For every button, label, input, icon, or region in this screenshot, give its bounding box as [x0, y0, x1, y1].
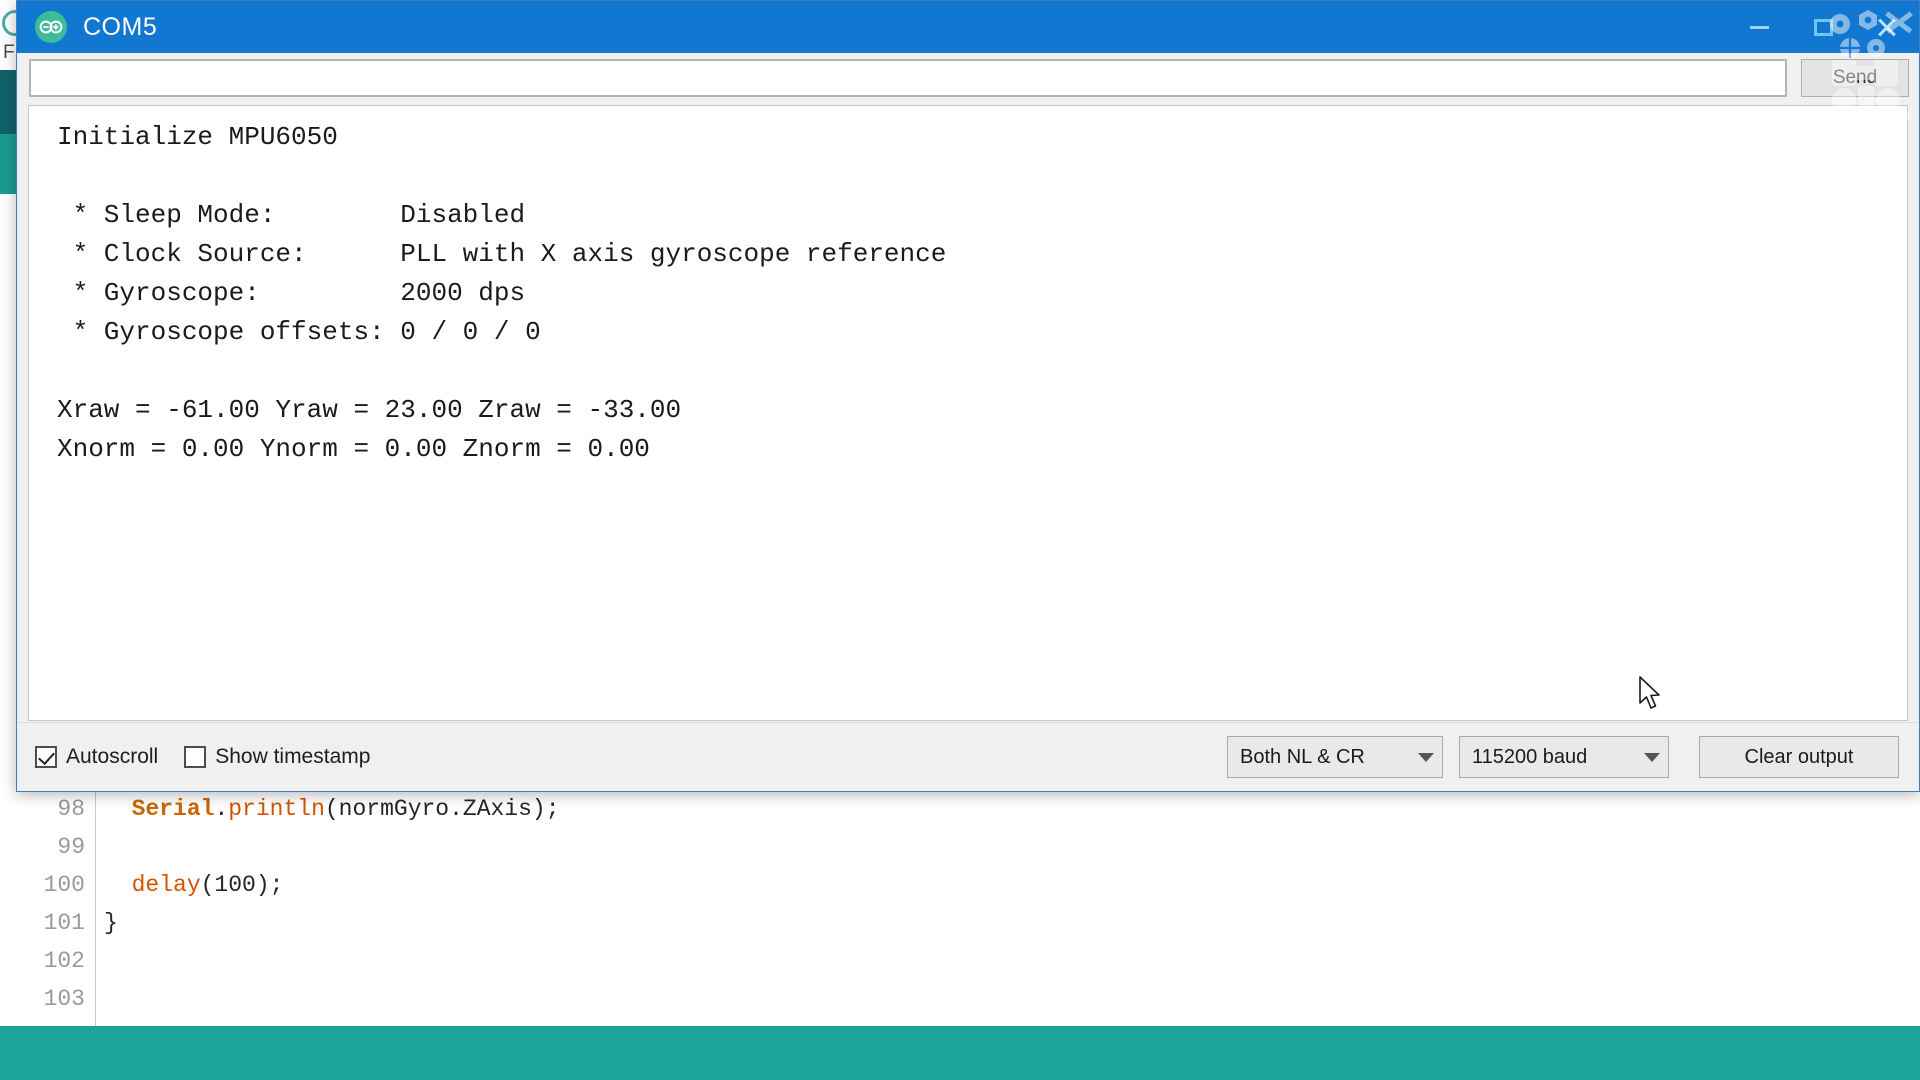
console-line: * Gyroscope offsets: 0 / 0 / 0: [57, 317, 541, 347]
line-ending-value: Both NL & CR: [1240, 745, 1365, 768]
window-title: COM5: [83, 12, 158, 41]
code-token: (normGyro.ZAxis);: [324, 796, 560, 822]
clear-output-button[interactable]: Clear output: [1699, 736, 1899, 778]
ide-file-menu-label[interactable]: F: [3, 42, 15, 64]
send-button[interactable]: Send: [1801, 59, 1909, 97]
autoscroll-checkbox[interactable]: Autoscroll: [35, 745, 158, 769]
minimize-button[interactable]: [1727, 1, 1791, 53]
chevron-down-icon: [1418, 752, 1434, 762]
serial-output-console[interactable]: Initialize MPU6050 * Sleep Mode: Disable…: [28, 105, 1908, 721]
line-ending-select[interactable]: Both NL & CR: [1227, 736, 1443, 778]
code-line[interactable]: 101}: [0, 904, 1920, 942]
code-line-text: Serial.println(normGyro.ZAxis);: [104, 790, 560, 828]
close-button[interactable]: [1855, 1, 1919, 53]
code-token: delay: [131, 872, 201, 898]
chevron-down-icon: [1644, 752, 1660, 762]
bottom-bar-controls: Both NL & CR 115200 baud Clear output: [1211, 736, 1899, 778]
window-controls: [1727, 1, 1919, 53]
code-line[interactable]: 103: [0, 980, 1920, 1018]
screen: F 98 Serial.println(normGyro.ZAxis); 99 10…: [0, 0, 1920, 1080]
show-timestamp-checkbox[interactable]: Show timestamp: [184, 745, 370, 769]
autoscroll-label: Autoscroll: [66, 745, 159, 768]
code-token: Serial: [131, 796, 215, 822]
code-token: .: [214, 796, 229, 822]
serial-monitor-window: COM5 Send Initialize MPU6050 * Sleep Mod…: [16, 0, 1920, 792]
close-icon: [1876, 16, 1898, 38]
code-token: println: [228, 796, 325, 822]
console-line: Initialize MPU6050: [57, 122, 338, 152]
baud-rate-select[interactable]: 115200 baud: [1459, 736, 1669, 778]
baud-rate-value: 115200 baud: [1472, 745, 1588, 768]
code-line-number: 99: [57, 834, 85, 860]
code-line-text: delay(100);: [104, 866, 284, 904]
console-line: Xnorm = 0.00 Ynorm = 0.00 Znorm = 0.00: [57, 434, 650, 464]
ide-status-bar: [0, 1026, 1920, 1080]
code-line-number: 100: [43, 872, 85, 898]
code-line[interactable]: 98 Serial.println(normGyro.ZAxis);: [0, 790, 1920, 828]
console-line: * Gyroscope: 2000 dps: [57, 278, 526, 308]
code-line[interactable]: 100 delay(100);: [0, 866, 1920, 904]
serial-send-row: Send: [17, 53, 1919, 103]
code-token: }: [104, 910, 118, 936]
maximize-button[interactable]: [1791, 1, 1855, 53]
arduino-infinity-icon: [35, 11, 67, 43]
autoscroll-checkbox-box[interactable]: [35, 746, 57, 768]
minimize-icon: [1749, 25, 1769, 29]
code-line-text: }: [104, 904, 118, 942]
code-line-number: 103: [43, 986, 85, 1012]
code-line-number: 102: [43, 948, 85, 974]
show-timestamp-label: Show timestamp: [215, 745, 371, 768]
code-line-number: 101: [43, 910, 85, 936]
code-editor[interactable]: 98 Serial.println(normGyro.ZAxis); 99 100 …: [0, 790, 1920, 1026]
maximize-icon: [1813, 18, 1833, 36]
code-line[interactable]: 102: [0, 942, 1920, 980]
editor-gutter-divider: [95, 790, 96, 1026]
show-timestamp-checkbox-box[interactable]: [184, 746, 207, 768]
serial-send-input[interactable]: [29, 59, 1787, 97]
console-line: * Clock Source: PLL with X axis gyroscop…: [57, 239, 947, 269]
console-line: Xraw = -61.00 Yraw = 23.00 Zraw = -33.00: [57, 395, 682, 425]
serial-monitor-bottom-bar: Autoscroll Show timestamp Both NL & CR 1…: [17, 722, 1919, 791]
serial-monitor-titlebar[interactable]: COM5: [17, 1, 1919, 53]
serial-output-text: Initialize MPU6050 * Sleep Mode: Disable…: [29, 106, 1907, 469]
code-token: (100);: [200, 872, 284, 898]
console-line: * Sleep Mode: Disabled: [57, 200, 526, 230]
code-line[interactable]: 99: [0, 828, 1920, 866]
code-line-number: 98: [57, 796, 85, 822]
